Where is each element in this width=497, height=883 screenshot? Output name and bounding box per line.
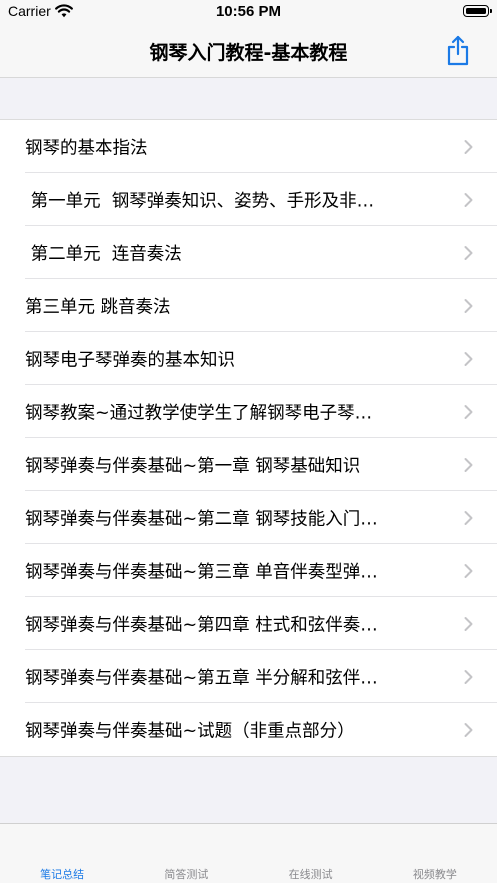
list-item[interactable]: 第一单元 钢琴弹奏知识、姿势、手形及非… bbox=[0, 173, 497, 226]
list-item-label: 第三单元 跳音奏法 bbox=[25, 297, 171, 317]
chevron-right-icon bbox=[464, 510, 473, 525]
list-item-label: 钢琴弹奏与伴奏基础~第四章 柱式和弦伴奏… bbox=[25, 615, 378, 635]
navigation-bar: 钢琴入门教程-基本教程 bbox=[0, 26, 497, 78]
tab-label: 简答测试 bbox=[164, 868, 209, 881]
chevron-right-icon bbox=[464, 457, 473, 472]
list-item-label: 第二单元 连音奏法 bbox=[25, 244, 182, 264]
list-item[interactable]: 第三单元 跳音奏法 bbox=[0, 279, 497, 332]
chevron-right-icon bbox=[464, 139, 473, 154]
list-item[interactable]: 钢琴弹奏与伴奏基础~第五章 半分解和弦伴… bbox=[0, 650, 497, 703]
tab-label: 视频教学 bbox=[412, 868, 457, 881]
share-icon[interactable] bbox=[445, 35, 471, 67]
tab-label: 笔记总结 bbox=[40, 868, 85, 881]
chevron-right-icon bbox=[464, 616, 473, 631]
list-item[interactable]: 钢琴弹奏与伴奏基础~试题（非重点部分） bbox=[0, 703, 497, 756]
list-item-label: 钢琴的基本指法 bbox=[25, 138, 148, 158]
list-item-label: 钢琴弹奏与伴奏基础~第三章 单音伴奏型弹… bbox=[25, 562, 378, 582]
chevron-right-icon bbox=[464, 351, 473, 366]
list-item[interactable]: 钢琴的基本指法 bbox=[0, 120, 497, 173]
list-item[interactable]: 钢琴弹奏与伴奏基础~第三章 单音伴奏型弹… bbox=[0, 544, 497, 597]
tab-item[interactable]: 视频教学 bbox=[373, 824, 497, 883]
list-item-label: 钢琴弹奏与伴奏基础~试题（非重点部分） bbox=[25, 721, 355, 741]
list-item-label: 钢琴教案~通过教学使学生了解钢琴电子琴… bbox=[25, 403, 373, 423]
tab-item[interactable]: 笔记总结 bbox=[0, 824, 124, 883]
list-item[interactable]: 钢琴弹奏与伴奏基础~第二章 钢琴技能入门… bbox=[0, 491, 497, 544]
chevron-right-icon bbox=[464, 192, 473, 207]
tutorial-list: 钢琴的基本指法 第一单元 钢琴弹奏知识、姿势、手形及非… 第二单元 连音奏法 第三… bbox=[0, 119, 497, 757]
tab-item[interactable]: 在线测试 bbox=[249, 824, 373, 883]
clock: 10:56 PM bbox=[215, 3, 282, 20]
battery-icon bbox=[463, 5, 492, 17]
tab-item[interactable]: 简答测试 bbox=[124, 824, 248, 883]
chevron-right-icon bbox=[464, 298, 473, 313]
tab-bar: 笔记总结 简答测试 在线测试 视频教学 bbox=[0, 823, 497, 883]
list-item[interactable]: 钢琴电子琴弹奏的基本知识 bbox=[0, 332, 497, 385]
tab-label: 在线测试 bbox=[288, 868, 333, 881]
list-item[interactable]: 钢琴教案~通过教学使学生了解钢琴电子琴… bbox=[0, 385, 497, 438]
chevron-right-icon bbox=[464, 722, 473, 737]
chevron-right-icon bbox=[464, 404, 473, 419]
status-bar: Carrier 10:56 PM bbox=[0, 0, 497, 26]
chevron-right-icon bbox=[464, 245, 473, 260]
list-item[interactable]: 第二单元 连音奏法 bbox=[0, 226, 497, 279]
list-item-label: 钢琴电子琴弹奏的基本知识 bbox=[25, 350, 235, 370]
list-item[interactable]: 钢琴弹奏与伴奏基础~第一章 钢琴基础知识 bbox=[0, 438, 497, 491]
list-item-label: 第一单元 钢琴弹奏知识、姿势、手形及非… bbox=[25, 191, 375, 211]
list-item-label: 钢琴弹奏与伴奏基础~第二章 钢琴技能入门… bbox=[25, 509, 378, 529]
list-item-label: 钢琴弹奏与伴奏基础~第一章 钢琴基础知识 bbox=[25, 456, 361, 476]
chevron-right-icon bbox=[464, 563, 473, 578]
list-item-label: 钢琴弹奏与伴奏基础~第五章 半分解和弦伴… bbox=[25, 668, 378, 688]
chevron-right-icon bbox=[464, 669, 473, 684]
list-item[interactable]: 钢琴弹奏与伴奏基础~第四章 柱式和弦伴奏… bbox=[0, 597, 497, 650]
page-title: 钢琴入门教程-基本教程 bbox=[149, 42, 348, 64]
